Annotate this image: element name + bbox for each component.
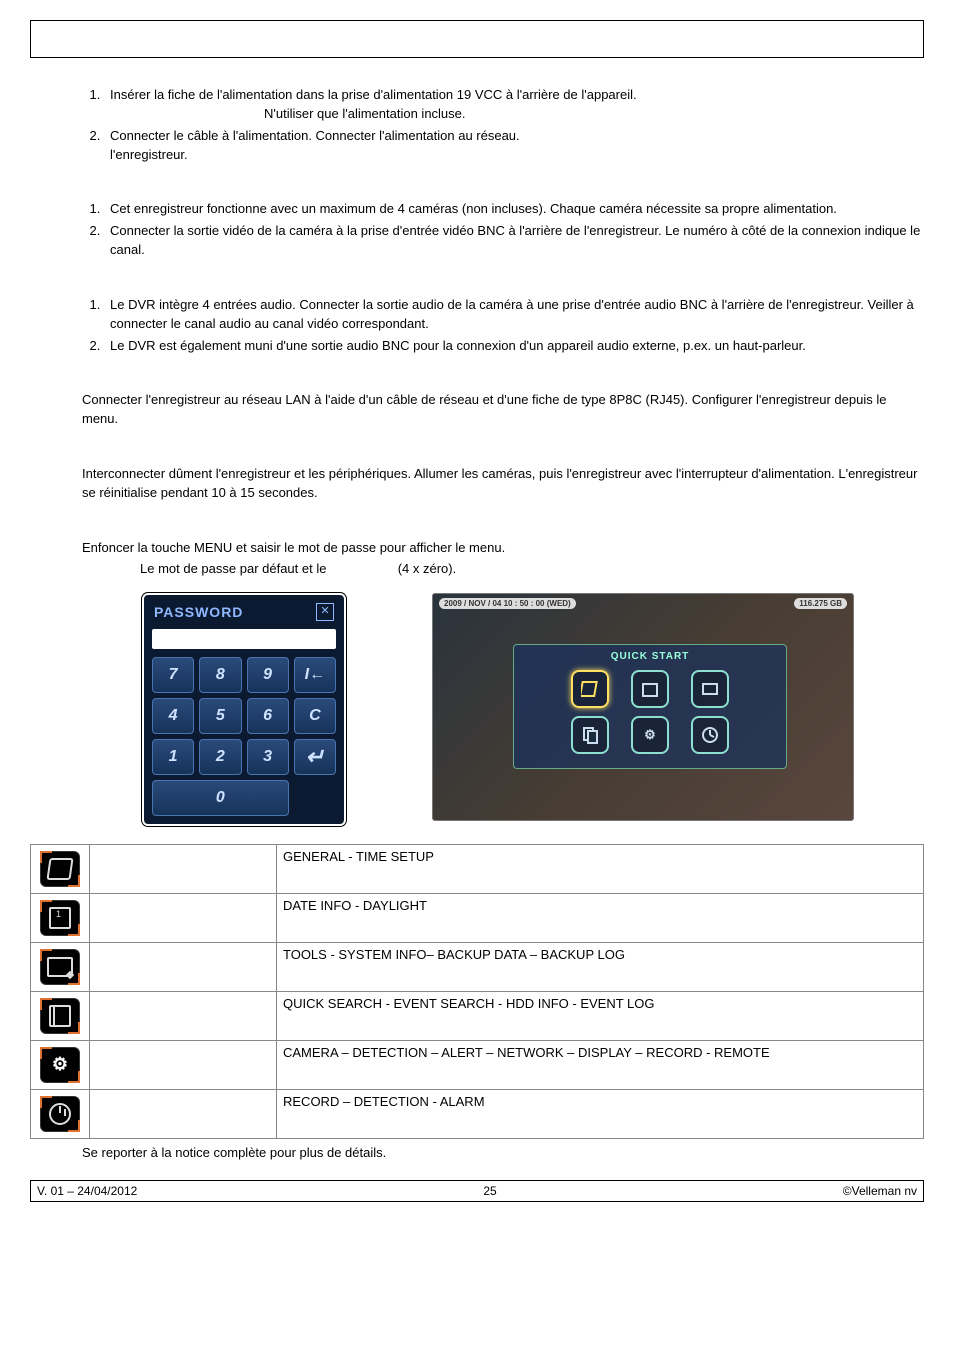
list-item: Insérer la fiche de l'alimentation dans … xyxy=(104,86,924,124)
tools-icon[interactable] xyxy=(691,670,729,708)
osd-hdd-size: 116.275 GB xyxy=(794,598,847,609)
key-0[interactable]: 0 xyxy=(152,780,289,816)
row-desc: TOOLS - SYSTEM INFO– BACKUP DATA – BACKU… xyxy=(277,942,924,991)
key-backspace[interactable]: I← xyxy=(294,657,336,693)
text: Le DVR intègre 4 entrées audio. Connecte… xyxy=(110,297,914,331)
key-1[interactable]: 1 xyxy=(152,739,194,775)
general-icon xyxy=(40,851,80,887)
row-desc: QUICK SEARCH - EVENT SEARCH - HDD INFO -… xyxy=(277,991,924,1040)
menu-icon-table: GENERAL - TIME SETUP DATE INFO - DAYLIGH… xyxy=(30,844,924,1139)
key-3[interactable]: 3 xyxy=(247,739,289,775)
text: l'enregistreur. xyxy=(110,146,924,165)
row-desc: DATE INFO - DAYLIGHT xyxy=(277,893,924,942)
copyright-text: ©Velleman nv xyxy=(843,1184,917,1198)
record-icon xyxy=(40,1096,80,1132)
menu-paragraph: Enfoncer la touche MENU et saisir le mot… xyxy=(82,539,924,558)
list-item: Connecter le câble à l'alimentation. Con… xyxy=(104,127,924,165)
row-desc: GENERAL - TIME SETUP xyxy=(277,844,924,893)
text: Connecter le câble à l'alimentation. Con… xyxy=(110,128,520,143)
version-text: V. 01 – 24/04/2012 xyxy=(37,1184,137,1198)
key-2[interactable]: 2 xyxy=(199,739,241,775)
key-clear[interactable]: C xyxy=(294,698,336,734)
camera-connection-list: Cet enregistreur fonctionne avec un maxi… xyxy=(30,200,924,260)
quick-start-screenshot: 2009 / NOV / 04 10 : 50 : 00 (WED) 116.2… xyxy=(432,593,854,821)
power-on-paragraph: Interconnecter dûment l'enregistreur et … xyxy=(82,465,924,503)
key-6[interactable]: 6 xyxy=(247,698,289,734)
close-icon[interactable]: ✕ xyxy=(316,603,334,621)
list-item: Le DVR intègre 4 entrées audio. Connecte… xyxy=(104,296,924,334)
text: Connecter la sortie vidéo de la caméra à… xyxy=(110,223,920,257)
key-9[interactable]: 9 xyxy=(247,657,289,693)
default-pwd-text: Le mot de passe par défaut et le xyxy=(140,561,330,576)
key-7[interactable]: 7 xyxy=(152,657,194,693)
text: Insérer la fiche de l'alimentation dans … xyxy=(110,87,637,102)
key-enter[interactable]: ↵ xyxy=(294,739,336,775)
text: Cet enregistreur fonctionne avec un maxi… xyxy=(110,201,837,216)
password-input[interactable] xyxy=(152,629,336,649)
password-title: PASSWORD xyxy=(154,604,243,620)
search-icon[interactable] xyxy=(571,716,609,754)
text: N'utiliser que l'alimentation incluse. xyxy=(264,105,924,124)
page-number: 25 xyxy=(483,1184,496,1198)
list-item: Le DVR est également muni d'une sortie a… xyxy=(104,337,924,356)
lan-paragraph: Connecter l'enregistreur au réseau LAN à… xyxy=(82,391,924,429)
general-icon[interactable] xyxy=(571,670,609,708)
key-8[interactable]: 8 xyxy=(199,657,241,693)
list-item: Connecter la sortie vidéo de la caméra à… xyxy=(104,222,924,260)
power-connection-list: Insérer la fiche de l'alimentation dans … xyxy=(30,86,924,164)
tools-icon xyxy=(40,949,80,985)
footer-note: Se reporter à la notice complète pour pl… xyxy=(82,1145,924,1160)
search-icon xyxy=(40,998,80,1034)
settings-icon[interactable]: ⚙ xyxy=(631,716,669,754)
password-keypad: PASSWORD ✕ 7 8 9 I← 4 5 6 C 1 2 3 ↵ 0 xyxy=(142,593,346,826)
osd-datetime: 2009 / NOV / 04 10 : 50 : 00 (WED) xyxy=(439,598,576,609)
date-icon[interactable] xyxy=(631,670,669,708)
record-icon[interactable] xyxy=(691,716,729,754)
audio-connection-list: Le DVR intègre 4 entrées audio. Connecte… xyxy=(30,296,924,356)
page-footer: V. 01 – 24/04/2012 25 ©Velleman nv xyxy=(30,1180,924,1202)
key-5[interactable]: 5 xyxy=(199,698,241,734)
text: Le DVR est également muni d'une sortie a… xyxy=(110,338,806,353)
default-pwd-suffix: (4 x zéro). xyxy=(398,561,457,576)
row-desc: RECORD – DETECTION - ALARM xyxy=(277,1089,924,1138)
key-4[interactable]: 4 xyxy=(152,698,194,734)
page-header-box xyxy=(30,20,924,58)
row-desc: CAMERA – DETECTION – ALERT – NETWORK – D… xyxy=(277,1040,924,1089)
date-icon xyxy=(40,900,80,936)
quick-start-title: QUICK START xyxy=(520,651,780,662)
list-item: Cet enregistreur fonctionne avec un maxi… xyxy=(104,200,924,219)
settings-icon: ⚙ xyxy=(40,1047,80,1083)
